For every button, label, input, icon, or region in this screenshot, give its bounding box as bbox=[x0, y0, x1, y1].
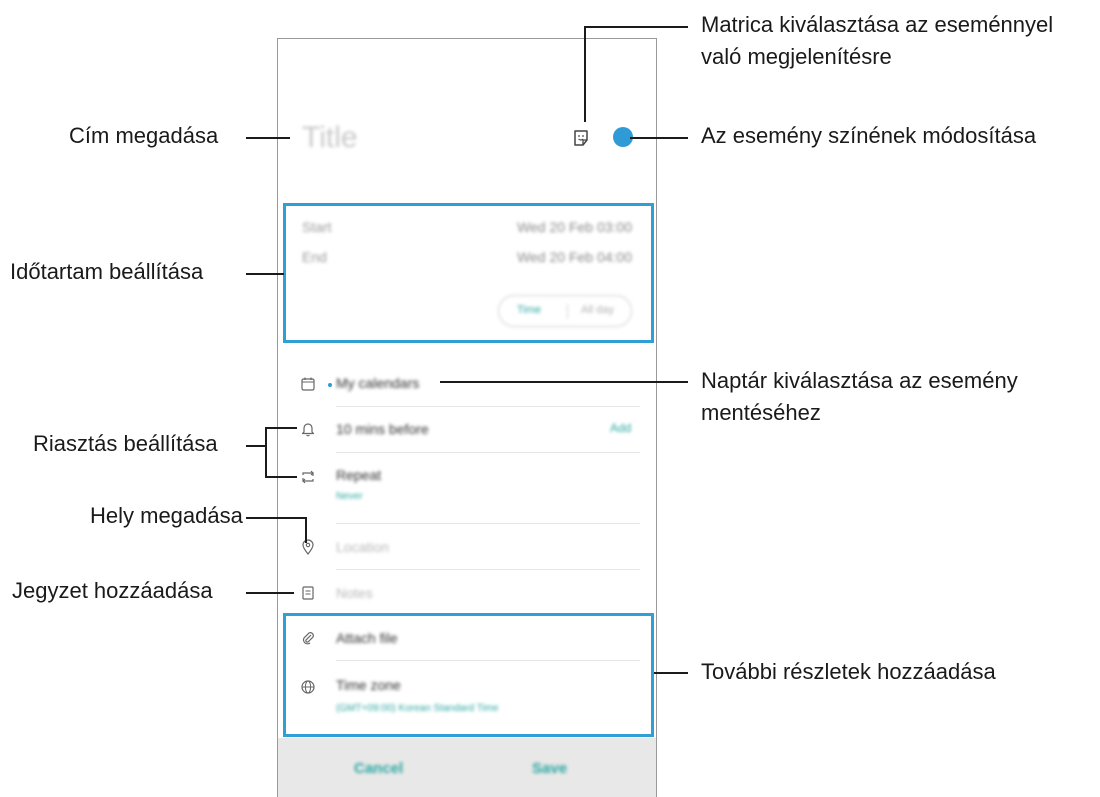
callout-line bbox=[440, 381, 688, 383]
callout-duration: Időtartam beállítása bbox=[10, 259, 204, 284]
callout-sticker-line2: való megjelenítésre bbox=[701, 44, 892, 69]
callout-details: További részletek hozzáadása bbox=[701, 659, 996, 684]
callout-line bbox=[584, 26, 688, 28]
callout-line bbox=[265, 476, 297, 478]
title-input[interactable]: Title bbox=[302, 121, 358, 155]
callout-line bbox=[246, 137, 290, 139]
alert-value[interactable]: 10 mins before bbox=[336, 421, 429, 437]
repeat-row[interactable]: Repeat bbox=[336, 467, 381, 483]
callout-bracket bbox=[265, 427, 267, 478]
callout-line bbox=[265, 427, 297, 429]
repeat-icon bbox=[302, 470, 314, 484]
bottom-action-bar: Cancel Save bbox=[278, 738, 656, 797]
save-button[interactable]: Save bbox=[532, 760, 567, 777]
callout-line bbox=[246, 592, 294, 594]
calendar-select[interactable]: My calendars bbox=[336, 375, 419, 391]
alert-add-button[interactable]: Add bbox=[610, 421, 631, 435]
callout-line bbox=[654, 672, 688, 674]
callout-line bbox=[246, 517, 307, 519]
repeat-value: Never bbox=[336, 491, 363, 502]
sticker-icon[interactable] bbox=[572, 129, 590, 147]
divider bbox=[336, 406, 640, 407]
callout-title: Cím megadása bbox=[69, 123, 219, 148]
location-pin-icon bbox=[302, 539, 314, 555]
callout-alarm: Riasztás beállítása bbox=[33, 431, 218, 456]
notes-input[interactable]: Notes bbox=[336, 585, 373, 601]
callout-line bbox=[305, 517, 307, 543]
callout-calendar-line2: mentéséhez bbox=[701, 400, 821, 425]
callout-line bbox=[246, 273, 284, 275]
divider bbox=[336, 523, 640, 524]
cancel-button[interactable]: Cancel bbox=[354, 760, 403, 777]
notes-icon bbox=[302, 586, 314, 600]
callout-line bbox=[246, 445, 266, 447]
divider bbox=[336, 569, 640, 570]
calendar-icon bbox=[301, 377, 315, 391]
divider bbox=[336, 452, 640, 453]
callout-calendar-line1: Naptár kiválasztása az esemény bbox=[701, 368, 1018, 393]
calendar-color-dot bbox=[328, 383, 332, 387]
callout-note: Jegyzet hozzáadása bbox=[12, 578, 213, 603]
callout-sticker-line1: Matrica kiválasztása az eseménnyel bbox=[701, 12, 1054, 37]
callout-line bbox=[584, 26, 586, 122]
bell-icon bbox=[301, 423, 315, 437]
details-highlight-box bbox=[283, 613, 654, 737]
callout-location: Hely megadása bbox=[90, 503, 243, 528]
callout-line bbox=[630, 137, 688, 139]
location-input[interactable]: Location bbox=[336, 539, 389, 555]
duration-highlight-box bbox=[283, 203, 654, 343]
callout-color: Az esemény színének módosítása bbox=[701, 123, 1037, 148]
